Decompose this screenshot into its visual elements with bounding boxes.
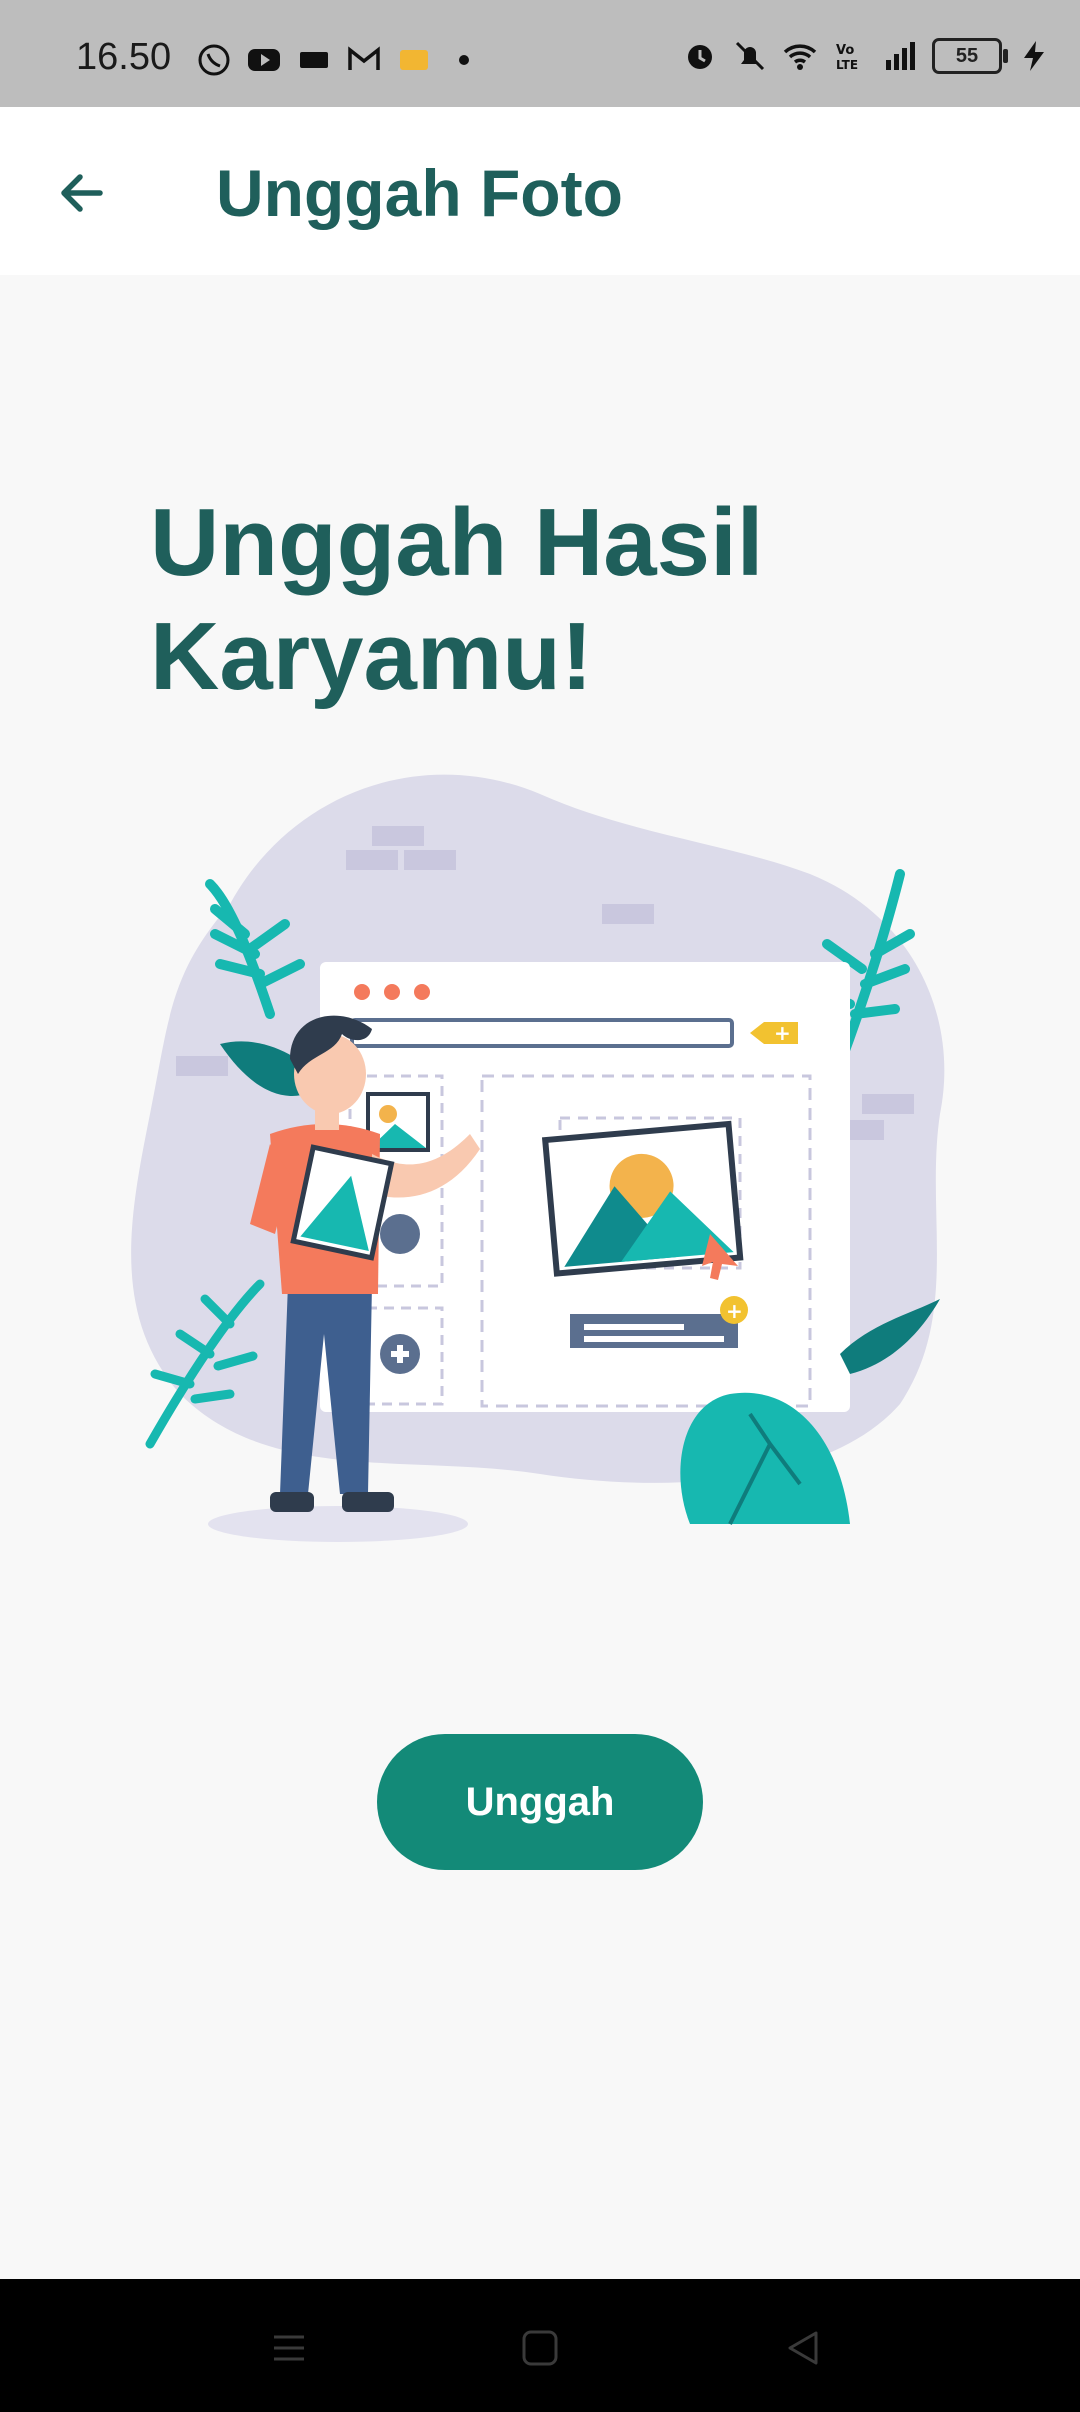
svg-text:LTE: LTE [836, 58, 858, 72]
dot-icon [459, 55, 469, 65]
wifi-icon [783, 44, 817, 70]
upload-button[interactable]: Unggah [377, 1734, 703, 1870]
upload-illustration: + + [131, 774, 945, 1542]
alarm-icon [688, 45, 712, 69]
menu-icon[interactable] [268, 2327, 310, 2369]
notification-icons [196, 42, 482, 78]
headline-line-2: Karyamu! [150, 603, 593, 710]
page-title: Unggah Foto [216, 156, 623, 230]
home-square-icon[interactable] [519, 2327, 561, 2369]
status-time: 16.50 [76, 36, 172, 78]
headline: Unggah Hasil Karyamu! [150, 486, 950, 714]
whatsapp-icon [198, 44, 230, 76]
system-nav-bar [0, 2279, 1080, 2412]
yellow-app-icon [400, 50, 428, 70]
status-bar: 16.50 Vo LTE 55 [0, 0, 1080, 107]
svg-text:+: + [726, 1299, 743, 1323]
back-arrow-icon[interactable] [50, 161, 114, 225]
mute-icon [735, 41, 765, 71]
headline-line-1: Unggah Hasil [150, 489, 764, 596]
ticket-icon [300, 52, 328, 68]
svg-text:+: + [774, 1021, 791, 1045]
youtube-icon [248, 49, 280, 71]
back-triangle-icon[interactable] [782, 2327, 824, 2369]
gmail-icon [348, 46, 380, 70]
signal-icon [886, 42, 915, 70]
svg-text:Vo: Vo [836, 43, 854, 58]
app-bar: Unggah Foto [0, 107, 1080, 275]
charging-icon [1024, 41, 1044, 71]
system-icons: Vo LTE 55 [682, 38, 1052, 74]
battery-icon: 55 [932, 38, 1008, 74]
volte-icon: VoLTE [836, 43, 858, 72]
